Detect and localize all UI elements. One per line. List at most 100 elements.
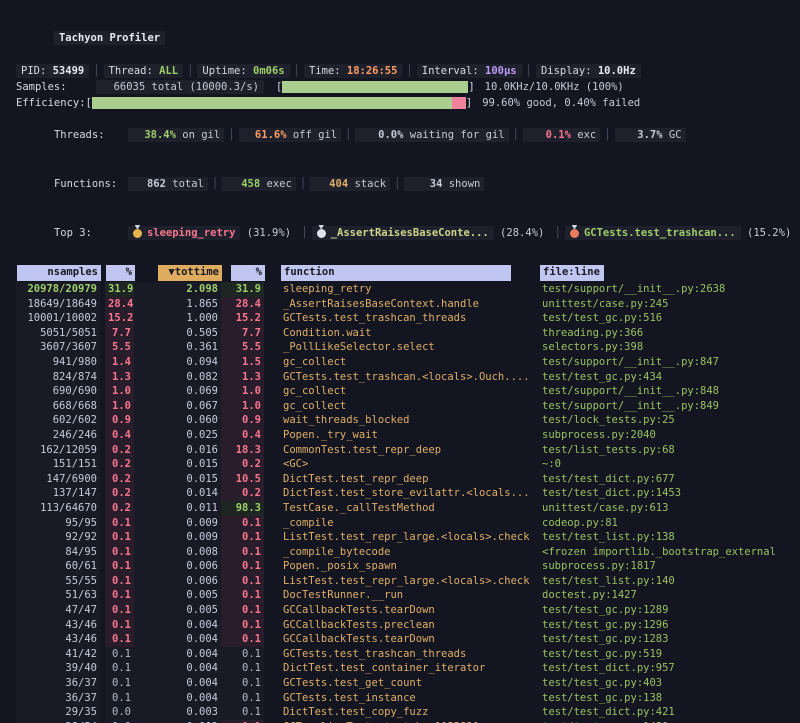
- table-row[interactable]: 137/1470.20.0140.2DictTest.test_store_ev…: [16, 486, 784, 501]
- cell-function-name: _compile_bytecode: [280, 545, 539, 560]
- threads-segment: 61.6% off gil: [239, 128, 342, 142]
- cell-nsamples: 941/980: [16, 355, 100, 370]
- cell-function-name: GCTests.test_get_count: [280, 676, 539, 691]
- column-header-file-line[interactable]: file:line: [540, 265, 604, 281]
- cell-file-line: test/support/__init__.py:848: [539, 384, 784, 399]
- cell-tottime: 0.361: [134, 340, 221, 355]
- status-item-label: Thread:: [109, 65, 160, 77]
- table-row[interactable]: 10001/1000215.21.00015.2GCTests.test_tra…: [16, 311, 784, 326]
- table-row[interactable]: 95/950.10.0090.1_compilecodeop.py:81: [16, 516, 784, 531]
- functions-segment: 458 exec: [222, 177, 296, 191]
- cell-function-name: DictTest.test_repr_deep: [280, 472, 539, 487]
- threads-value: 0.1%: [527, 127, 571, 143]
- cell-nsamples: 20978/20979: [16, 282, 100, 297]
- top3-percentage: (31.9%): [240, 227, 297, 239]
- functions-label: Functions:: [54, 176, 128, 192]
- cell-function-name: gc_collect: [280, 399, 539, 414]
- cell-function-name: Popen._try_wait: [280, 428, 539, 443]
- table-row[interactable]: 51/630.10.0050.1DocTestRunner.__rundocte…: [16, 588, 784, 603]
- table-row[interactable]: 113/646700.20.01198.3TestCase._callTestM…: [16, 501, 784, 516]
- cell-function-name: _PollLikeSelector.select: [280, 340, 539, 355]
- table-row[interactable]: 84/950.10.0080.1_compile_bytecode<frozen…: [16, 545, 784, 560]
- status-separator: │: [522, 65, 536, 77]
- cell-nsamples: 51/63: [16, 588, 100, 603]
- cell-file-line: test/lock_tests.py:25: [539, 413, 784, 428]
- cell-tottime: 0.005: [134, 588, 221, 603]
- table-row[interactable]: 824/8741.30.0821.3GCTests.test_trashcan.…: [16, 370, 784, 385]
- functions-separator: │: [208, 178, 222, 190]
- cell-cumulative-pct: 0.9: [221, 413, 264, 428]
- table-row[interactable]: 43/460.10.0040.1GCCallbackTests.tearDown…: [16, 632, 784, 647]
- table-row[interactable]: 18649/1864928.41.86528.4_AssertRaisesBas…: [16, 297, 784, 312]
- cell-tottime: 1.000: [134, 311, 221, 326]
- table-row[interactable]: 47/470.10.0050.1GCCallbackTests.tearDown…: [16, 603, 784, 618]
- functions-label: stack: [348, 178, 386, 190]
- table-row[interactable]: 92/920.10.0090.1ListTest.test_repr_large…: [16, 530, 784, 545]
- cell-tottime: 2.098: [134, 282, 221, 297]
- status-separator: │: [290, 65, 304, 77]
- table-row[interactable]: 941/9801.40.0941.5gc_collecttest/support…: [16, 355, 784, 370]
- silver-medal-icon: [317, 225, 326, 238]
- table-row[interactable]: 3607/36075.50.3615.5_PollLikeSelector.se…: [16, 340, 784, 355]
- functions-separator: │: [296, 178, 310, 190]
- table-row[interactable]: 29/350.00.0030.1DictTest.test_copy_fuzzt…: [16, 705, 784, 720]
- column-header-tottime-sorted[interactable]: ▼tottime: [158, 265, 222, 281]
- cell-function-name: GCCallbackTests.tearDown: [280, 632, 539, 647]
- status-item-value: 10.0Hz: [598, 65, 636, 77]
- table-row[interactable]: 41/420.10.0040.1GCTests.test_trashcan_th…: [16, 647, 784, 662]
- table-row[interactable]: 39/400.10.0040.1DictTest.test_container_…: [16, 661, 784, 676]
- table-row[interactable]: 36/370.10.0040.1GCTests.test_instancetes…: [16, 691, 784, 706]
- column-header-cumulative-pct[interactable]: %: [231, 265, 265, 281]
- top3-item-rank2: _AssertRaisesBaseConte...: [312, 226, 494, 240]
- cell-nsamples: 113/64670: [16, 501, 100, 516]
- table-row[interactable]: 60/610.10.0060.1Popen._posix_spawnsubpro…: [16, 559, 784, 574]
- column-header-function[interactable]: function: [281, 265, 511, 281]
- cell-file-line: <frozen importlib._bootstrap_external: [539, 545, 784, 560]
- cell-nsamples: 3607/3607: [16, 340, 100, 355]
- table-row[interactable]: 5051/50517.70.5057.7Condition.waitthread…: [16, 326, 784, 341]
- cell-direct-pct: 28.4: [105, 297, 134, 312]
- cell-direct-pct: 0.1: [105, 632, 134, 647]
- cell-file-line: test/test_list.py:138: [539, 530, 784, 545]
- cell-nsamples: 39/40: [16, 661, 100, 676]
- cell-function-name: CommonTest.test_repr_deep: [280, 443, 539, 458]
- efficiency-label: Efficiency:: [16, 97, 86, 109]
- table-row[interactable]: 162/120590.20.01618.3CommonTest.test_rep…: [16, 443, 784, 458]
- cell-file-line: test/test_list.py:140: [539, 574, 784, 589]
- column-header-direct-pct[interactable]: %: [106, 265, 135, 281]
- cell-cumulative-pct: 5.5: [221, 340, 264, 355]
- table-row[interactable]: 36/370.10.0040.1GCTests.test_get_countte…: [16, 676, 784, 691]
- table-row[interactable]: 147/69000.20.01510.5DictTest.test_repr_d…: [16, 472, 784, 487]
- status-item-value: 18:26:55: [347, 65, 398, 77]
- threads-value: 0.0%: [359, 127, 403, 143]
- cell-direct-pct: 1.0: [105, 384, 134, 399]
- threads-line: Threads:38.4% on gil│61.6% off gil│0.0% …: [16, 111, 784, 160]
- table-row[interactable]: 668/6681.00.0671.0gc_collecttest/support…: [16, 399, 784, 414]
- table-row[interactable]: 690/6901.00.0691.0gc_collecttest/support…: [16, 384, 784, 399]
- cell-nsamples: 84/95: [16, 545, 100, 560]
- status-item-label: Interval:: [422, 65, 485, 77]
- table-row-selected[interactable]: 20978/2097931.92.09831.9sleeping_retryte…: [16, 282, 784, 297]
- table-row[interactable]: 55/550.10.0060.1ListTest.test_repr_large…: [16, 574, 784, 589]
- table-row[interactable]: 151/1510.20.0150.2<GC>~:0: [16, 457, 784, 472]
- samples-rate: 10.0KHz/10.0KHz (100%): [485, 81, 624, 93]
- cell-nsamples: 162/12059: [16, 443, 100, 458]
- cell-function-name: GCTests.test_instance: [280, 691, 539, 706]
- table-row[interactable]: 43/460.10.0040.1GCCallbackTests.preclean…: [16, 618, 784, 633]
- threads-segment: 0.1% exc: [523, 128, 600, 142]
- threads-value: 61.6%: [243, 127, 287, 143]
- cell-direct-pct: 0.1: [105, 559, 134, 574]
- cell-function-name: ListTest.test_repr_large.<locals>.check: [280, 574, 539, 589]
- table-row[interactable]: 602/6020.90.0600.9wait_threads_blockedte…: [16, 413, 784, 428]
- cell-tottime: 0.094: [134, 355, 221, 370]
- cell-function-name: DictTest.test_store_evilattr.<locals...: [280, 486, 539, 501]
- functions-line: Functions:862 total│458 exec│404 stack│3…: [16, 160, 784, 209]
- cell-file-line: test/test_gc.py:1296: [539, 618, 784, 633]
- table-row[interactable]: 246/2460.40.0250.4Popen._try_waitsubproc…: [16, 428, 784, 443]
- cell-tottime: 0.009: [134, 530, 221, 545]
- column-header-nsamples[interactable]: nsamples: [17, 265, 101, 281]
- threads-value: 38.4%: [132, 127, 176, 143]
- cell-nsamples: 690/690: [16, 384, 100, 399]
- threads-separator: │: [509, 129, 523, 141]
- top3-line: Top 3:sleeping_retry (31.9%) │_AssertRai…: [16, 208, 784, 257]
